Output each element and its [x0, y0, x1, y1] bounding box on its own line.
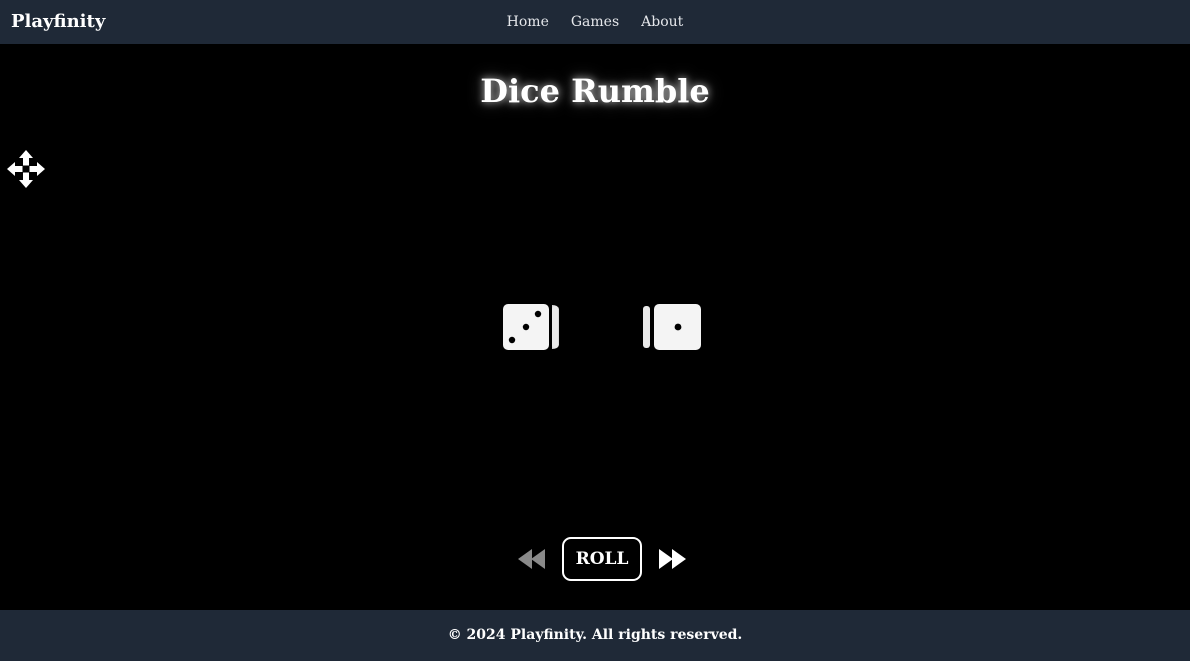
- fast-forward-icon[interactable]: [656, 546, 690, 572]
- copyright-text: © 2024 Playfinity. All rights reserved.: [447, 627, 743, 643]
- nav-link-home[interactable]: Home: [507, 12, 549, 32]
- footer: © 2024 Playfinity. All rights reserved.: [0, 610, 1190, 661]
- game-title: Dice Rumble: [480, 72, 710, 110]
- nav-link-about[interactable]: About: [641, 12, 683, 32]
- top-navbar: Playfinity Home Games About: [0, 0, 1190, 44]
- rewind-icon[interactable]: [515, 546, 549, 572]
- die-left: [503, 304, 559, 350]
- main-nav: Home Games About: [0, 12, 1190, 32]
- move-icon[interactable]: [6, 149, 46, 189]
- nav-link-games[interactable]: Games: [571, 12, 619, 32]
- page: Playfinity Home Games About Dice Rumble: [0, 0, 1190, 661]
- die-right: [643, 304, 701, 350]
- roll-button[interactable]: ROLL: [562, 537, 642, 581]
